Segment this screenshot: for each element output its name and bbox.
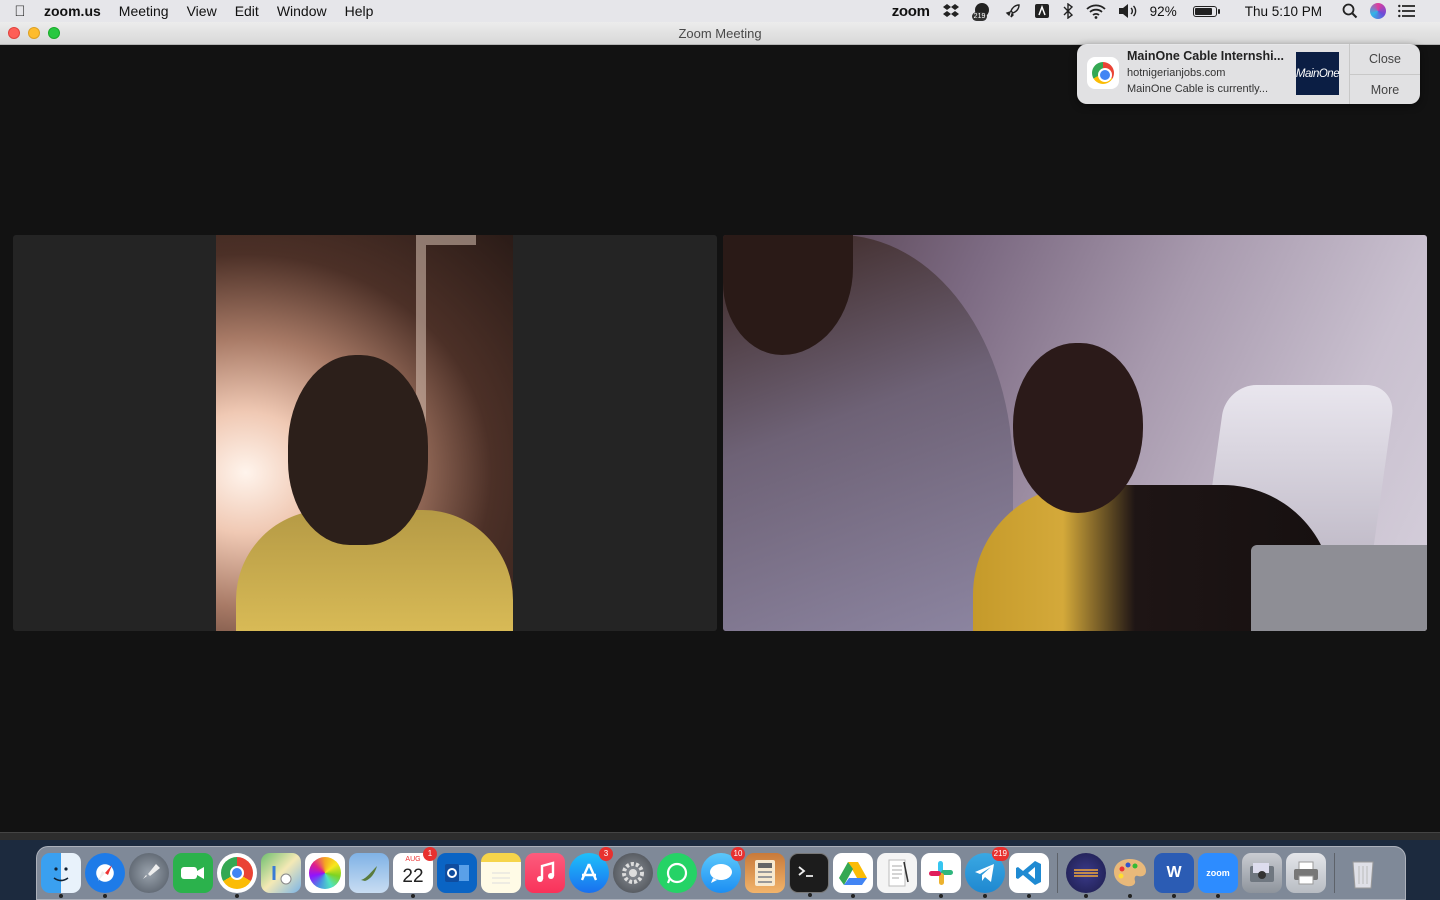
status-count-badge: 219 bbox=[971, 12, 988, 21]
app-store-icon[interactable]: 3 bbox=[569, 847, 613, 893]
menu-window[interactable]: Window bbox=[268, 0, 336, 22]
chrome-icon bbox=[1087, 57, 1119, 89]
status-menu-area: zoom 219 92% Thu 5:10 PM bbox=[886, 0, 1422, 22]
eclipse-icon[interactable] bbox=[1066, 853, 1106, 898]
video-background-laptop bbox=[1251, 545, 1427, 631]
notification-actions: Close More bbox=[1349, 44, 1420, 104]
battery-percent[interactable]: 92% bbox=[1144, 0, 1183, 22]
text-format-icon[interactable] bbox=[1028, 0, 1056, 22]
word-icon-letter: W bbox=[1166, 864, 1182, 881]
menu-bar:  zoom.us Meeting View Edit Window Help … bbox=[0, 0, 1440, 22]
bluetooth-icon[interactable] bbox=[1056, 0, 1080, 22]
participant-video-tile-right[interactable] bbox=[723, 235, 1427, 631]
messages-icon[interactable]: 10 bbox=[701, 847, 745, 893]
finder-icon[interactable] bbox=[41, 853, 81, 898]
notification-thumbnail-logo: MainOne bbox=[1296, 52, 1340, 95]
participant-video-tile-left[interactable] bbox=[13, 235, 717, 631]
chrome-icon[interactable] bbox=[217, 853, 257, 898]
whatsapp-icon[interactable] bbox=[657, 853, 697, 893]
zoom-meeting-window: Zoom Meeting bbox=[0, 22, 1440, 840]
apple-menu-icon[interactable]:  bbox=[0, 3, 40, 20]
dock: AUG 22 1 3 10 219 W zoom bbox=[36, 846, 1406, 900]
chrome-notification[interactable]: MainOne Cable Internshi... hotnigerianjo… bbox=[1077, 44, 1420, 104]
vscode-icon[interactable] bbox=[1009, 853, 1049, 898]
telegram-badge: 219 bbox=[991, 847, 1009, 861]
telegram-icon[interactable]: 219 bbox=[965, 847, 1009, 898]
rocket-icon[interactable] bbox=[998, 0, 1028, 22]
trash-icon[interactable] bbox=[1343, 853, 1383, 893]
paint-palette-icon[interactable] bbox=[1110, 853, 1150, 898]
notification-body: MainOne Cable is currently... bbox=[1127, 83, 1269, 95]
spotlight-search-icon[interactable] bbox=[1336, 0, 1364, 22]
battery-icon[interactable] bbox=[1183, 0, 1223, 22]
notification-more-button[interactable]: More bbox=[1350, 74, 1420, 104]
outlook-icon[interactable] bbox=[437, 853, 477, 893]
zoom-status-item[interactable]: zoom bbox=[886, 0, 936, 22]
dock-separator bbox=[1057, 853, 1058, 893]
menu-clock[interactable]: Thu 5:10 PM bbox=[1223, 0, 1336, 22]
photos-icon[interactable] bbox=[305, 853, 345, 893]
notification-source: hotnigerianjobs.com bbox=[1127, 67, 1226, 79]
slack-icon[interactable] bbox=[921, 853, 961, 898]
window-titlebar[interactable]: Zoom Meeting bbox=[0, 22, 1440, 45]
dock-separator bbox=[1334, 853, 1335, 893]
notification-close-button[interactable]: Close bbox=[1350, 44, 1420, 74]
notification-title: MainOne Cable Internshi... bbox=[1127, 49, 1284, 63]
menu-meeting[interactable]: Meeting bbox=[110, 0, 178, 22]
menu-help[interactable]: Help bbox=[336, 0, 383, 22]
app-store-badge: 3 bbox=[599, 847, 613, 861]
maps-icon[interactable] bbox=[261, 853, 301, 893]
printer-icon[interactable] bbox=[1286, 853, 1326, 893]
preview-bird-icon[interactable] bbox=[349, 853, 389, 893]
zoom-icon[interactable]: zoom bbox=[1198, 853, 1238, 898]
dropbox-icon[interactable] bbox=[936, 0, 966, 22]
google-drive-icon[interactable] bbox=[833, 853, 873, 898]
textedit-icon[interactable] bbox=[877, 853, 917, 893]
facetime-icon[interactable] bbox=[173, 853, 213, 893]
notification-center-status-icon[interactable]: 219 bbox=[966, 0, 998, 22]
system-preferences-gear-icon[interactable] bbox=[613, 853, 653, 893]
launchpad-icon[interactable] bbox=[129, 853, 169, 893]
calendar-icon[interactable]: AUG 22 1 bbox=[393, 847, 437, 898]
menu-edit[interactable]: Edit bbox=[226, 0, 268, 22]
control-center-list-icon[interactable] bbox=[1392, 0, 1422, 22]
participant-video-feed bbox=[216, 235, 513, 631]
notes-icon[interactable] bbox=[481, 853, 521, 893]
terminal-icon[interactable] bbox=[789, 853, 829, 897]
wifi-icon[interactable] bbox=[1080, 0, 1112, 22]
calendar-badge: 1 bbox=[423, 847, 437, 861]
zoom-icon-label: zoom bbox=[1206, 868, 1230, 878]
siri-icon[interactable] bbox=[1364, 0, 1392, 22]
image-capture-icon[interactable] bbox=[1242, 853, 1282, 893]
window-title: Zoom Meeting bbox=[678, 26, 762, 41]
messages-badge: 10 bbox=[731, 847, 745, 861]
calculator-icon[interactable] bbox=[745, 853, 785, 893]
calendar-day: 22 bbox=[402, 866, 424, 887]
safari-icon[interactable] bbox=[85, 853, 125, 898]
window-bottom-edge bbox=[0, 832, 1440, 840]
music-icon[interactable] bbox=[525, 853, 565, 893]
menu-view[interactable]: View bbox=[178, 0, 226, 22]
video-participant-head bbox=[288, 355, 428, 545]
menu-app-name[interactable]: zoom.us bbox=[40, 0, 110, 22]
video-participant-woman-head bbox=[1013, 343, 1143, 513]
volume-icon[interactable] bbox=[1112, 0, 1144, 22]
microsoft-word-icon[interactable]: W bbox=[1154, 853, 1194, 898]
